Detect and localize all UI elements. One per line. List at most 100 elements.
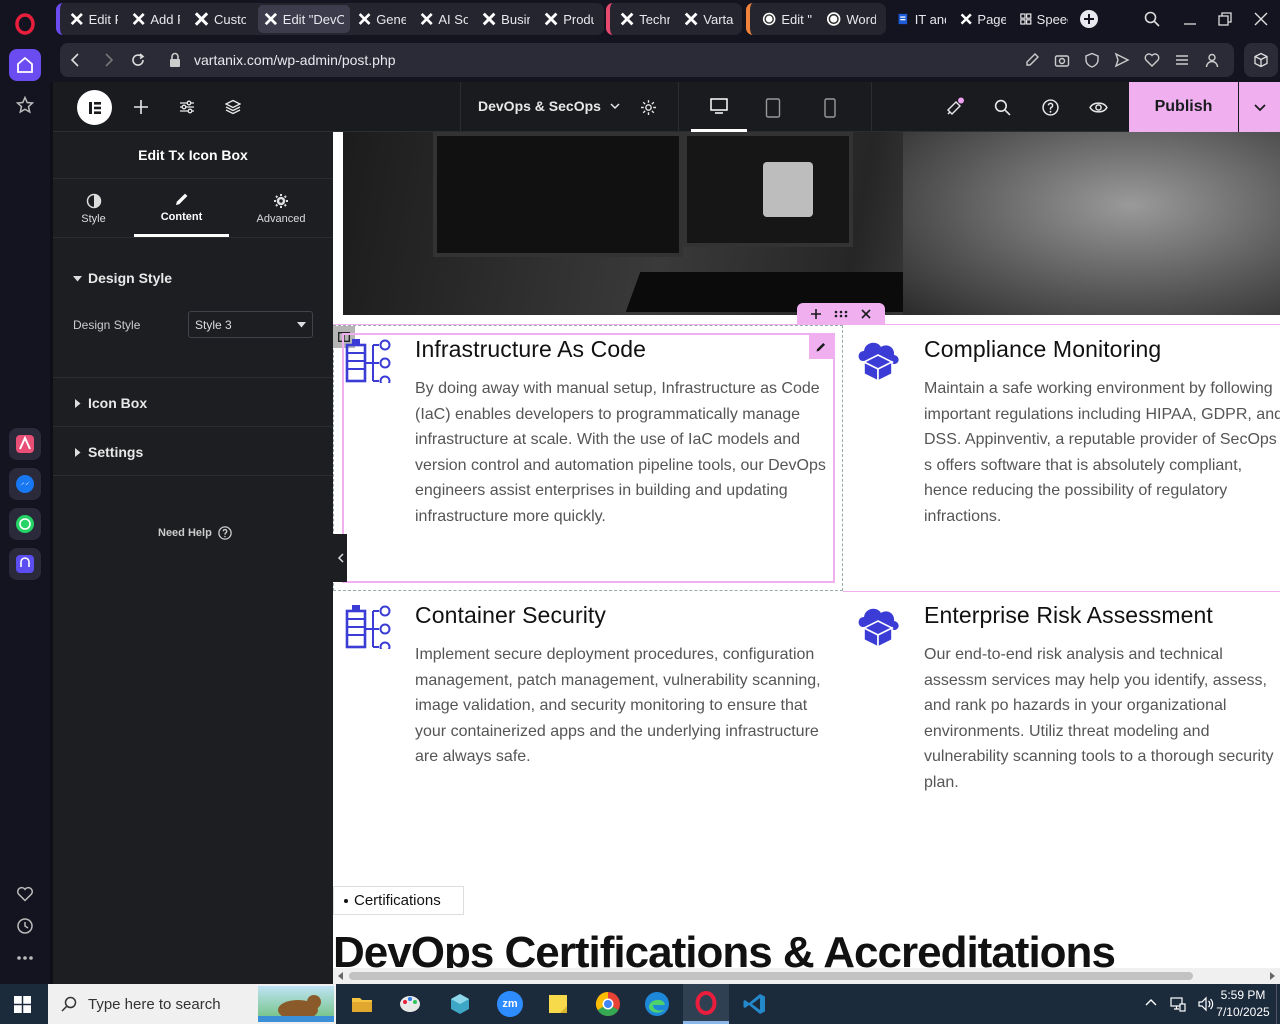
paint-icon[interactable] (398, 992, 422, 1016)
new-tab-button[interactable] (1080, 10, 1098, 28)
app-cube-icon[interactable] (448, 992, 472, 1016)
home-icon[interactable] (9, 49, 41, 81)
heart-outline-icon[interactable] (1144, 52, 1160, 68)
help-button[interactable] (1042, 99, 1059, 116)
section-design-toggle[interactable]: Design Style (73, 270, 172, 286)
tab-6[interactable]: Busin (476, 5, 536, 33)
tab-9[interactable]: Vartar (678, 5, 740, 33)
page-settings-dropdown[interactable]: DevOps & SecOps (478, 98, 621, 114)
chevron-down-icon (610, 103, 620, 110)
tab-12[interactable]: IT and (890, 5, 952, 33)
minimize-button[interactable] (1182, 11, 1198, 27)
tab-style[interactable]: Style (53, 180, 134, 237)
back-button[interactable] (68, 52, 84, 68)
forward-button[interactable] (100, 52, 116, 68)
more-icon[interactable] (9, 942, 41, 974)
chevron-up-icon[interactable] (1144, 996, 1158, 1010)
file-explorer-icon[interactable] (350, 992, 374, 1016)
camera-icon[interactable] (1054, 52, 1070, 68)
desktop-view-button[interactable] (691, 82, 747, 132)
add-element-button[interactable] (133, 99, 149, 115)
tablet-view-button[interactable] (765, 98, 781, 118)
scroll-right-icon[interactable] (1268, 972, 1276, 980)
tab-13[interactable]: Pages (954, 5, 1012, 33)
tab-advanced[interactable]: Advanced (236, 180, 326, 237)
network-icon[interactable] (1170, 996, 1186, 1012)
publish-options-button[interactable] (1239, 82, 1280, 132)
back-arrow-icon (70, 53, 79, 67)
delete-section-icon[interactable] (861, 309, 871, 319)
reload-button[interactable] (130, 52, 146, 68)
plus-icon (1084, 14, 1094, 24)
section-settings[interactable]: Settings (53, 428, 333, 476)
tab-2[interactable]: Custo (188, 5, 252, 33)
elementor-x-icon (70, 12, 83, 26)
history-icon[interactable] (9, 910, 41, 942)
tab-search-button[interactable] (1144, 11, 1160, 27)
tab-label: Busin (501, 11, 530, 27)
show-desktop-button[interactable] (1276, 984, 1280, 1024)
add-section-icon[interactable] (811, 309, 822, 319)
sticky-notes-icon[interactable] (546, 992, 570, 1016)
design-style-select[interactable]: Style 3 (188, 311, 313, 338)
notifications-button[interactable] (945, 97, 965, 117)
clock[interactable]: 5:59 PM 7/10/2025 (1212, 987, 1274, 1021)
star-icon[interactable] (9, 89, 41, 121)
tab-3-active[interactable]: Edit "DevOp (258, 5, 350, 33)
collapse-panel-button[interactable] (333, 534, 347, 582)
taskbar-search-box[interactable]: Type here to search (48, 984, 336, 1024)
aria-icon[interactable] (9, 428, 41, 460)
drag-handle-icon[interactable] (834, 310, 848, 318)
profile-icon[interactable] (1204, 52, 1220, 68)
whatsapp-icon[interactable] (9, 508, 41, 540)
scroll-thumb[interactable] (349, 972, 1193, 980)
tab-11[interactable]: Word (820, 5, 882, 33)
heart-icon[interactable] (9, 878, 41, 910)
mobile-view-button[interactable] (824, 98, 836, 118)
site-settings-button[interactable] (179, 99, 195, 115)
url-text[interactable]: vartanix.com/wp-admin/post.php (194, 52, 396, 68)
elementor-logo-button[interactable] (77, 90, 112, 125)
edit-url-icon[interactable] (1024, 52, 1040, 68)
grid-icon (1020, 13, 1032, 25)
tab-1[interactable]: Add P (126, 5, 186, 33)
tab-4[interactable]: Gener (352, 5, 412, 33)
tab-label: Pages (977, 11, 1006, 27)
tab-14[interactable]: Speed (1014, 5, 1074, 33)
tab-8[interactable]: Techn (614, 5, 676, 33)
page-settings-button[interactable] (640, 99, 657, 116)
finder-button[interactable] (994, 99, 1011, 116)
scroll-left-icon[interactable] (337, 972, 345, 980)
restore-button[interactable] (1217, 11, 1233, 27)
opera-logo-icon[interactable] (9, 8, 41, 40)
section-handle (797, 303, 885, 325)
messenger-icon[interactable] (9, 468, 41, 500)
section-icon-box[interactable]: Icon Box (53, 379, 333, 427)
need-help-link[interactable]: Need Help (158, 526, 232, 540)
structure-button[interactable] (225, 99, 241, 115)
close-window-button[interactable] (1253, 11, 1269, 27)
easy-setup-icon[interactable] (1174, 52, 1190, 68)
extensions-button[interactable] (1244, 43, 1278, 77)
tab-7[interactable]: Produ (538, 5, 600, 33)
zoom-icon[interactable]: zm (497, 991, 523, 1017)
tab-content[interactable]: Content (134, 180, 229, 237)
send-icon[interactable] (1114, 52, 1130, 68)
url-box[interactable]: vartanix.com/wp-admin/post.php (60, 43, 1234, 77)
gear-icon (274, 193, 288, 208)
publish-button[interactable]: Publish (1129, 82, 1238, 132)
tab-5[interactable]: AI Sof (414, 5, 474, 33)
preview-button[interactable] (1089, 100, 1108, 115)
shield-icon[interactable] (1084, 52, 1100, 68)
tab-10[interactable]: Edit "I (756, 5, 818, 33)
opera-taskbar-icon[interactable] (683, 984, 729, 1024)
edit-widget-button[interactable] (809, 335, 833, 359)
page-icon (898, 13, 908, 25)
horizontal-scrollbar[interactable] (333, 968, 1280, 984)
tab-0[interactable]: Edit P (64, 5, 124, 33)
music-player-icon[interactable] (9, 548, 41, 580)
vscode-icon[interactable] (743, 992, 767, 1016)
chrome-icon[interactable] (595, 991, 621, 1017)
start-button[interactable] (14, 996, 31, 1013)
edge-icon[interactable] (644, 991, 670, 1017)
